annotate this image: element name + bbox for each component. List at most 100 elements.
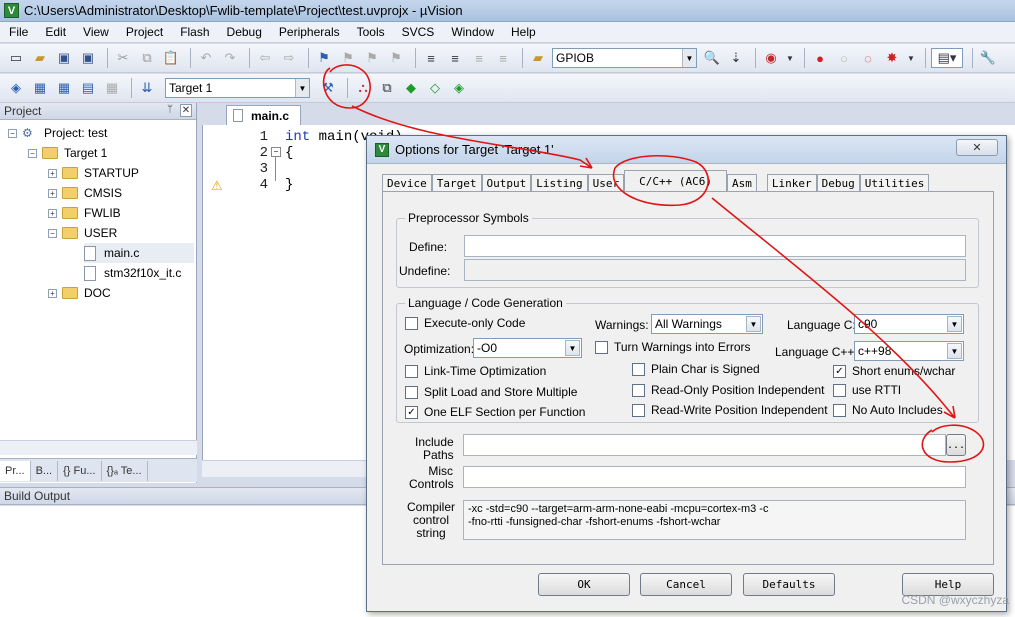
pack-installer-icon[interactable]: ◆ xyxy=(401,78,421,98)
optimization-select[interactable]: -O0 ▼ xyxy=(473,338,582,358)
include-paths-field[interactable] xyxy=(463,434,946,456)
disable-all-breakpoints-icon[interactable]: ◌ xyxy=(858,48,878,68)
menu-edit[interactable]: Edit xyxy=(36,25,74,39)
tree-node-cmsis[interactable]: + CMSIS xyxy=(48,183,122,203)
tab-books[interactable]: B... xyxy=(31,460,59,481)
tab-utilities[interactable]: Utilities xyxy=(859,174,930,192)
nav-back-icon[interactable]: ⇦ xyxy=(255,48,275,68)
plain-char-signed-checkbox[interactable]: Plain Char is Signed xyxy=(632,362,760,376)
close-icon[interactable]: ✕ xyxy=(180,104,192,117)
menu-peripherals[interactable]: Peripherals xyxy=(270,25,348,39)
tree-node-doc[interactable]: + DOC xyxy=(48,283,111,303)
next-bookmark-icon[interactable]: ⚑ xyxy=(362,48,382,68)
copy-icon[interactable]: ⧉ xyxy=(137,48,157,68)
new-file-icon[interactable]: ▭ xyxy=(6,48,26,68)
breakpoint-icon[interactable]: ● xyxy=(810,48,830,68)
tab-device[interactable]: Device xyxy=(382,174,432,192)
chevron-down-icon[interactable]: ▼ xyxy=(565,340,580,356)
chevron-down-icon[interactable]: ▼ xyxy=(785,48,795,68)
chevron-down-icon[interactable]: ▼ xyxy=(947,343,962,359)
unindent-icon[interactable]: ≡ xyxy=(445,48,465,68)
open-folder-icon[interactable]: ▰ xyxy=(30,48,50,68)
nav-forward-icon[interactable]: ⇨ xyxy=(279,48,299,68)
define-field[interactable] xyxy=(464,235,966,257)
batch-build-icon[interactable]: ▤ xyxy=(78,78,98,98)
clear-bookmarks-icon[interactable]: ⚑ xyxy=(386,48,406,68)
chevron-down-icon[interactable]: ▼ xyxy=(295,79,309,97)
debug-session-icon[interactable]: ◉ xyxy=(761,48,781,68)
tab-functions[interactable]: {} Fu... xyxy=(58,460,102,481)
menu-view[interactable]: View xyxy=(74,25,117,39)
include-paths-browse-button[interactable]: ... xyxy=(946,434,966,456)
download-icon[interactable]: ⇊ xyxy=(137,78,157,98)
menu-project[interactable]: Project xyxy=(117,25,171,39)
expand-icon[interactable]: + xyxy=(48,208,57,218)
tab-output[interactable]: Output xyxy=(481,174,532,192)
tab-listing[interactable]: Listing xyxy=(531,174,588,192)
tab-c-cpp-ac6[interactable]: C/C++ (AC6) xyxy=(624,170,727,192)
translate-icon[interactable]: ◈ xyxy=(6,78,26,98)
warnings-select[interactable]: All Warnings ▼ xyxy=(651,314,763,334)
target-select[interactable]: Target 1 ▼ xyxy=(165,78,310,98)
cancel-button[interactable]: Cancel xyxy=(640,573,732,596)
chevron-down-icon[interactable]: ▼ xyxy=(746,316,761,332)
file-extensions-icon[interactable]: ⛬ xyxy=(353,78,373,98)
cut-icon[interactable]: ✂ xyxy=(113,48,133,68)
tree-node-target[interactable]: − Target 1 xyxy=(28,143,107,163)
tab-templates[interactable]: {}ₐ Te... xyxy=(102,460,148,481)
one-elf-section-checkbox[interactable]: ✓ One ELF Section per Function xyxy=(405,405,585,419)
read-only-position-independent-checkbox[interactable]: Read-Only Position Independent xyxy=(632,383,824,397)
build-icon[interactable]: ▦ xyxy=(30,78,50,98)
chevron-down-icon[interactable]: ▼ xyxy=(682,49,696,67)
tab-linker[interactable]: Linker xyxy=(766,174,817,192)
tree-node-user[interactable]: − USER xyxy=(48,223,117,243)
ok-button[interactable]: OK xyxy=(538,573,630,596)
menu-flash[interactable]: Flash xyxy=(171,25,217,39)
options-for-target-icon[interactable]: ⚒ xyxy=(318,78,338,98)
execute-only-checkbox[interactable]: Execute-only Code xyxy=(405,316,525,330)
chevron-down-icon[interactable]: ▼ xyxy=(906,48,916,68)
split-load-store-checkbox[interactable]: Split Load and Store Multiple xyxy=(405,385,577,399)
menu-debug[interactable]: Debug xyxy=(218,25,270,39)
menu-help[interactable]: Help xyxy=(502,25,544,39)
tab-asm[interactable]: Asm xyxy=(726,174,757,192)
save-all-icon[interactable]: ▣ xyxy=(78,48,98,68)
chevron-down-icon[interactable]: ▼ xyxy=(947,316,962,332)
prev-bookmark-icon[interactable]: ⚑ xyxy=(338,48,358,68)
redo-icon[interactable]: ↷ xyxy=(220,48,240,68)
undo-icon[interactable]: ↶ xyxy=(196,48,216,68)
tab-target[interactable]: Target xyxy=(431,174,482,192)
turn-warnings-into-errors-checkbox[interactable]: Turn Warnings into Errors xyxy=(595,340,750,354)
incremental-find-icon[interactable]: ⇣ xyxy=(726,48,746,68)
use-rtti-checkbox[interactable]: use RTTI xyxy=(833,383,901,397)
language-cpp-select[interactable]: c++98 ▼ xyxy=(854,341,964,361)
pin-icon[interactable]: ᛘ xyxy=(164,104,176,117)
menu-file[interactable]: File xyxy=(0,25,36,39)
tree-node-fwlib[interactable]: + FWLIB xyxy=(48,203,121,223)
save-icon[interactable]: ▣ xyxy=(54,48,74,68)
comment-icon[interactable]: ≡ xyxy=(469,48,489,68)
editor-tab-main-c[interactable]: main.c xyxy=(226,105,301,125)
read-write-position-independent-checkbox[interactable]: Read-Write Position Independent xyxy=(632,403,828,417)
expand-icon[interactable]: + xyxy=(48,188,57,198)
find-icon[interactable]: 🔍 xyxy=(702,48,722,68)
language-c-select[interactable]: c90 ▼ xyxy=(854,314,964,334)
collapse-icon[interactable]: − xyxy=(48,228,57,238)
menu-tools[interactable]: Tools xyxy=(348,25,393,39)
find-combo[interactable]: GPIOB ▼ xyxy=(552,48,697,68)
expand-icon[interactable]: + xyxy=(48,288,57,298)
defaults-button[interactable]: Defaults xyxy=(743,573,835,596)
project-pane-scrollbar[interactable] xyxy=(0,440,197,455)
tree-node-main-c[interactable]: main.c xyxy=(84,243,194,263)
undefine-field[interactable] xyxy=(464,259,966,281)
tab-user[interactable]: User xyxy=(587,174,625,192)
short-enums-wchar-checkbox[interactable]: ✓ Short enums/wchar xyxy=(833,364,955,378)
rebuild-icon[interactable]: ▦ xyxy=(54,78,74,98)
tree-node-project[interactable]: − ⚙ Project: test xyxy=(8,123,107,143)
close-icon[interactable]: ✕ xyxy=(956,139,998,156)
tree-node-startup[interactable]: + STARTUP xyxy=(48,163,139,183)
collapse-icon[interactable]: − xyxy=(8,128,17,138)
bookmark-icon[interactable]: ⚑ xyxy=(314,48,334,68)
misc-controls-field[interactable] xyxy=(463,466,966,488)
collapse-icon[interactable]: − xyxy=(28,148,37,158)
